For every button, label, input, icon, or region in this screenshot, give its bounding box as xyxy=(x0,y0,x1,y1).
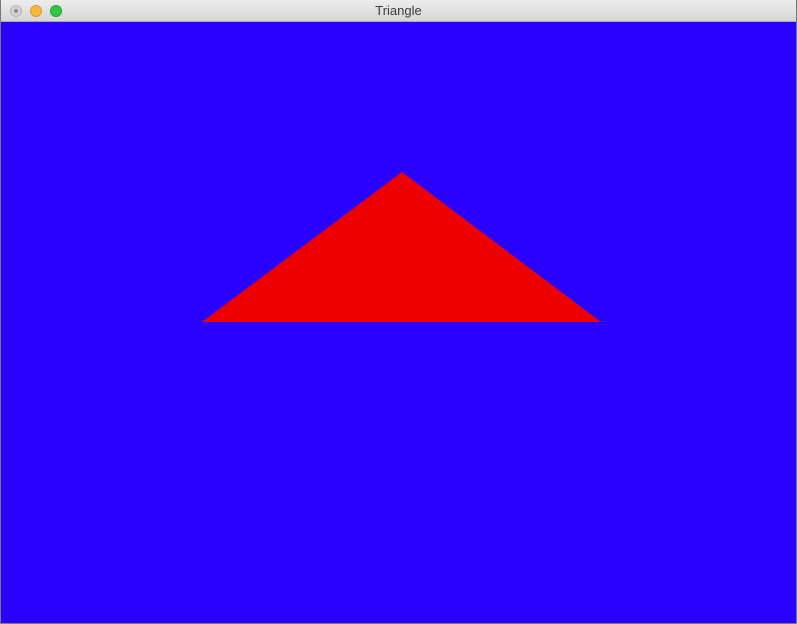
triangle-scene xyxy=(202,172,601,322)
app-window: Triangle xyxy=(0,0,797,624)
render-canvas xyxy=(1,22,796,623)
red-triangle xyxy=(202,172,601,322)
window-title: Triangle xyxy=(375,3,422,18)
title-bar[interactable]: Triangle xyxy=(1,0,796,22)
